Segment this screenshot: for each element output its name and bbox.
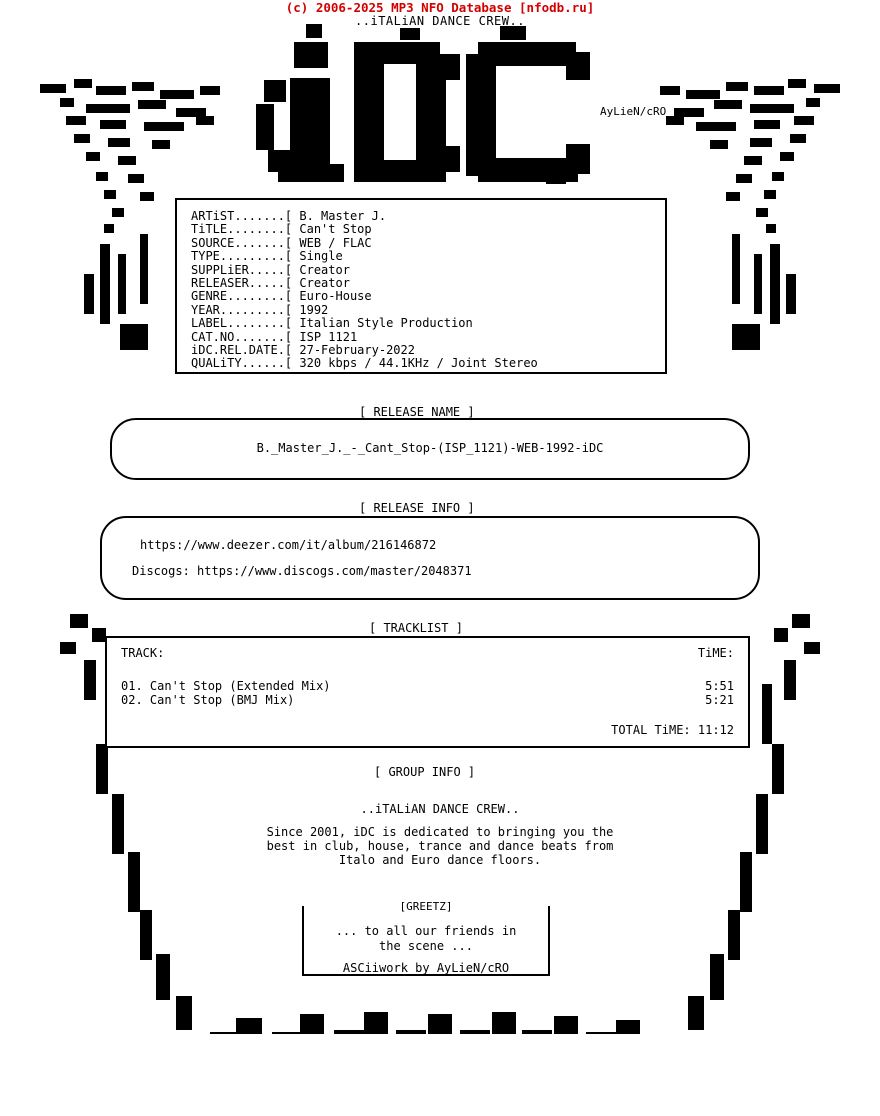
tracklist-total: TOTAL TiME: 11:12 <box>611 723 734 737</box>
track-time: 5:51 <box>705 679 734 693</box>
track-time: 5:21 <box>705 692 734 707</box>
tracklist-rows: 01. Can't Stop (Extended Mix) 5:51 02. C… <box>107 679 748 708</box>
group-info-body: Since 2001, iDC is dedicated to bringing… <box>266 825 614 867</box>
track-title: 01. Can't Stop (Extended Mix) <box>121 679 331 693</box>
tracklist-row: 02. Can't Stop (BMJ Mix) 5:21 <box>107 692 748 708</box>
release-info-link-discogs[interactable]: Discogs: https://www.discogs.com/master/… <box>132 564 758 578</box>
caption-group-info: [ GROUP INFO ] <box>370 765 480 779</box>
release-info-link-deezer[interactable]: https://www.deezer.com/it/album/21614687… <box>140 538 758 552</box>
greetz-label: [GREETZ] <box>304 900 548 913</box>
greetz-box: [GREETZ] ... to all our friends in the s… <box>302 900 550 976</box>
idc-logo-glyph <box>256 24 590 198</box>
caption-release-info: [ RELEASE INFO ] <box>355 501 479 515</box>
tracklist-col-time: TiME: <box>697 646 734 660</box>
release-fields-panel: ARTiST.......[ B. Master J. TiTLE.......… <box>175 198 667 374</box>
greetz-line-1: ... to all our friends in <box>335 924 517 938</box>
release-name-panel: B._Master_J._-_Cant_Stop-(ISP_1121)-WEB-… <box>110 418 750 480</box>
caption-release-name: [ RELEASE NAME ] <box>355 405 479 419</box>
idc-logo <box>250 24 630 198</box>
tracklist-panel: TRACK: TiME: 01. Can't Stop (Extended Mi… <box>105 636 750 748</box>
release-name-value: B._Master_J._-_Cant_Stop-(ISP_1121)-WEB-… <box>256 441 604 455</box>
nfo-page: (c) 2006-2025 MP3 NFO Database [nfodb.ru… <box>0 0 880 1116</box>
release-fields: ARTiST.......[ B. Master J. TiTLE.......… <box>191 209 538 371</box>
release-info-panel: https://www.deezer.com/it/album/21614687… <box>100 516 760 600</box>
ascii-artist-credit: AyLieN/cRO <box>600 105 667 118</box>
group-info-block: ..iTALiAN DANCE CREW.. Since 2001, iDC i… <box>0 802 880 867</box>
greetz-credit: ASCiiwork by AyLieN/cRO <box>342 961 510 975</box>
greetz-line-2: the scene ... <box>379 939 473 953</box>
group-info-title: ..iTALiAN DANCE CREW.. <box>360 802 520 816</box>
track-title: 02. Can't Stop (BMJ Mix) <box>121 692 295 707</box>
caption-tracklist: [ TRACKLIST ] <box>365 621 467 635</box>
tracklist-col-track: TRACK: <box>121 646 165 660</box>
tracklist-row: 01. Can't Stop (Extended Mix) 5:51 <box>107 679 748 694</box>
nfodb-header: (c) 2006-2025 MP3 NFO Database [nfodb.ru… <box>285 0 595 15</box>
tracklist-header: TRACK: TiME: <box>107 646 748 660</box>
